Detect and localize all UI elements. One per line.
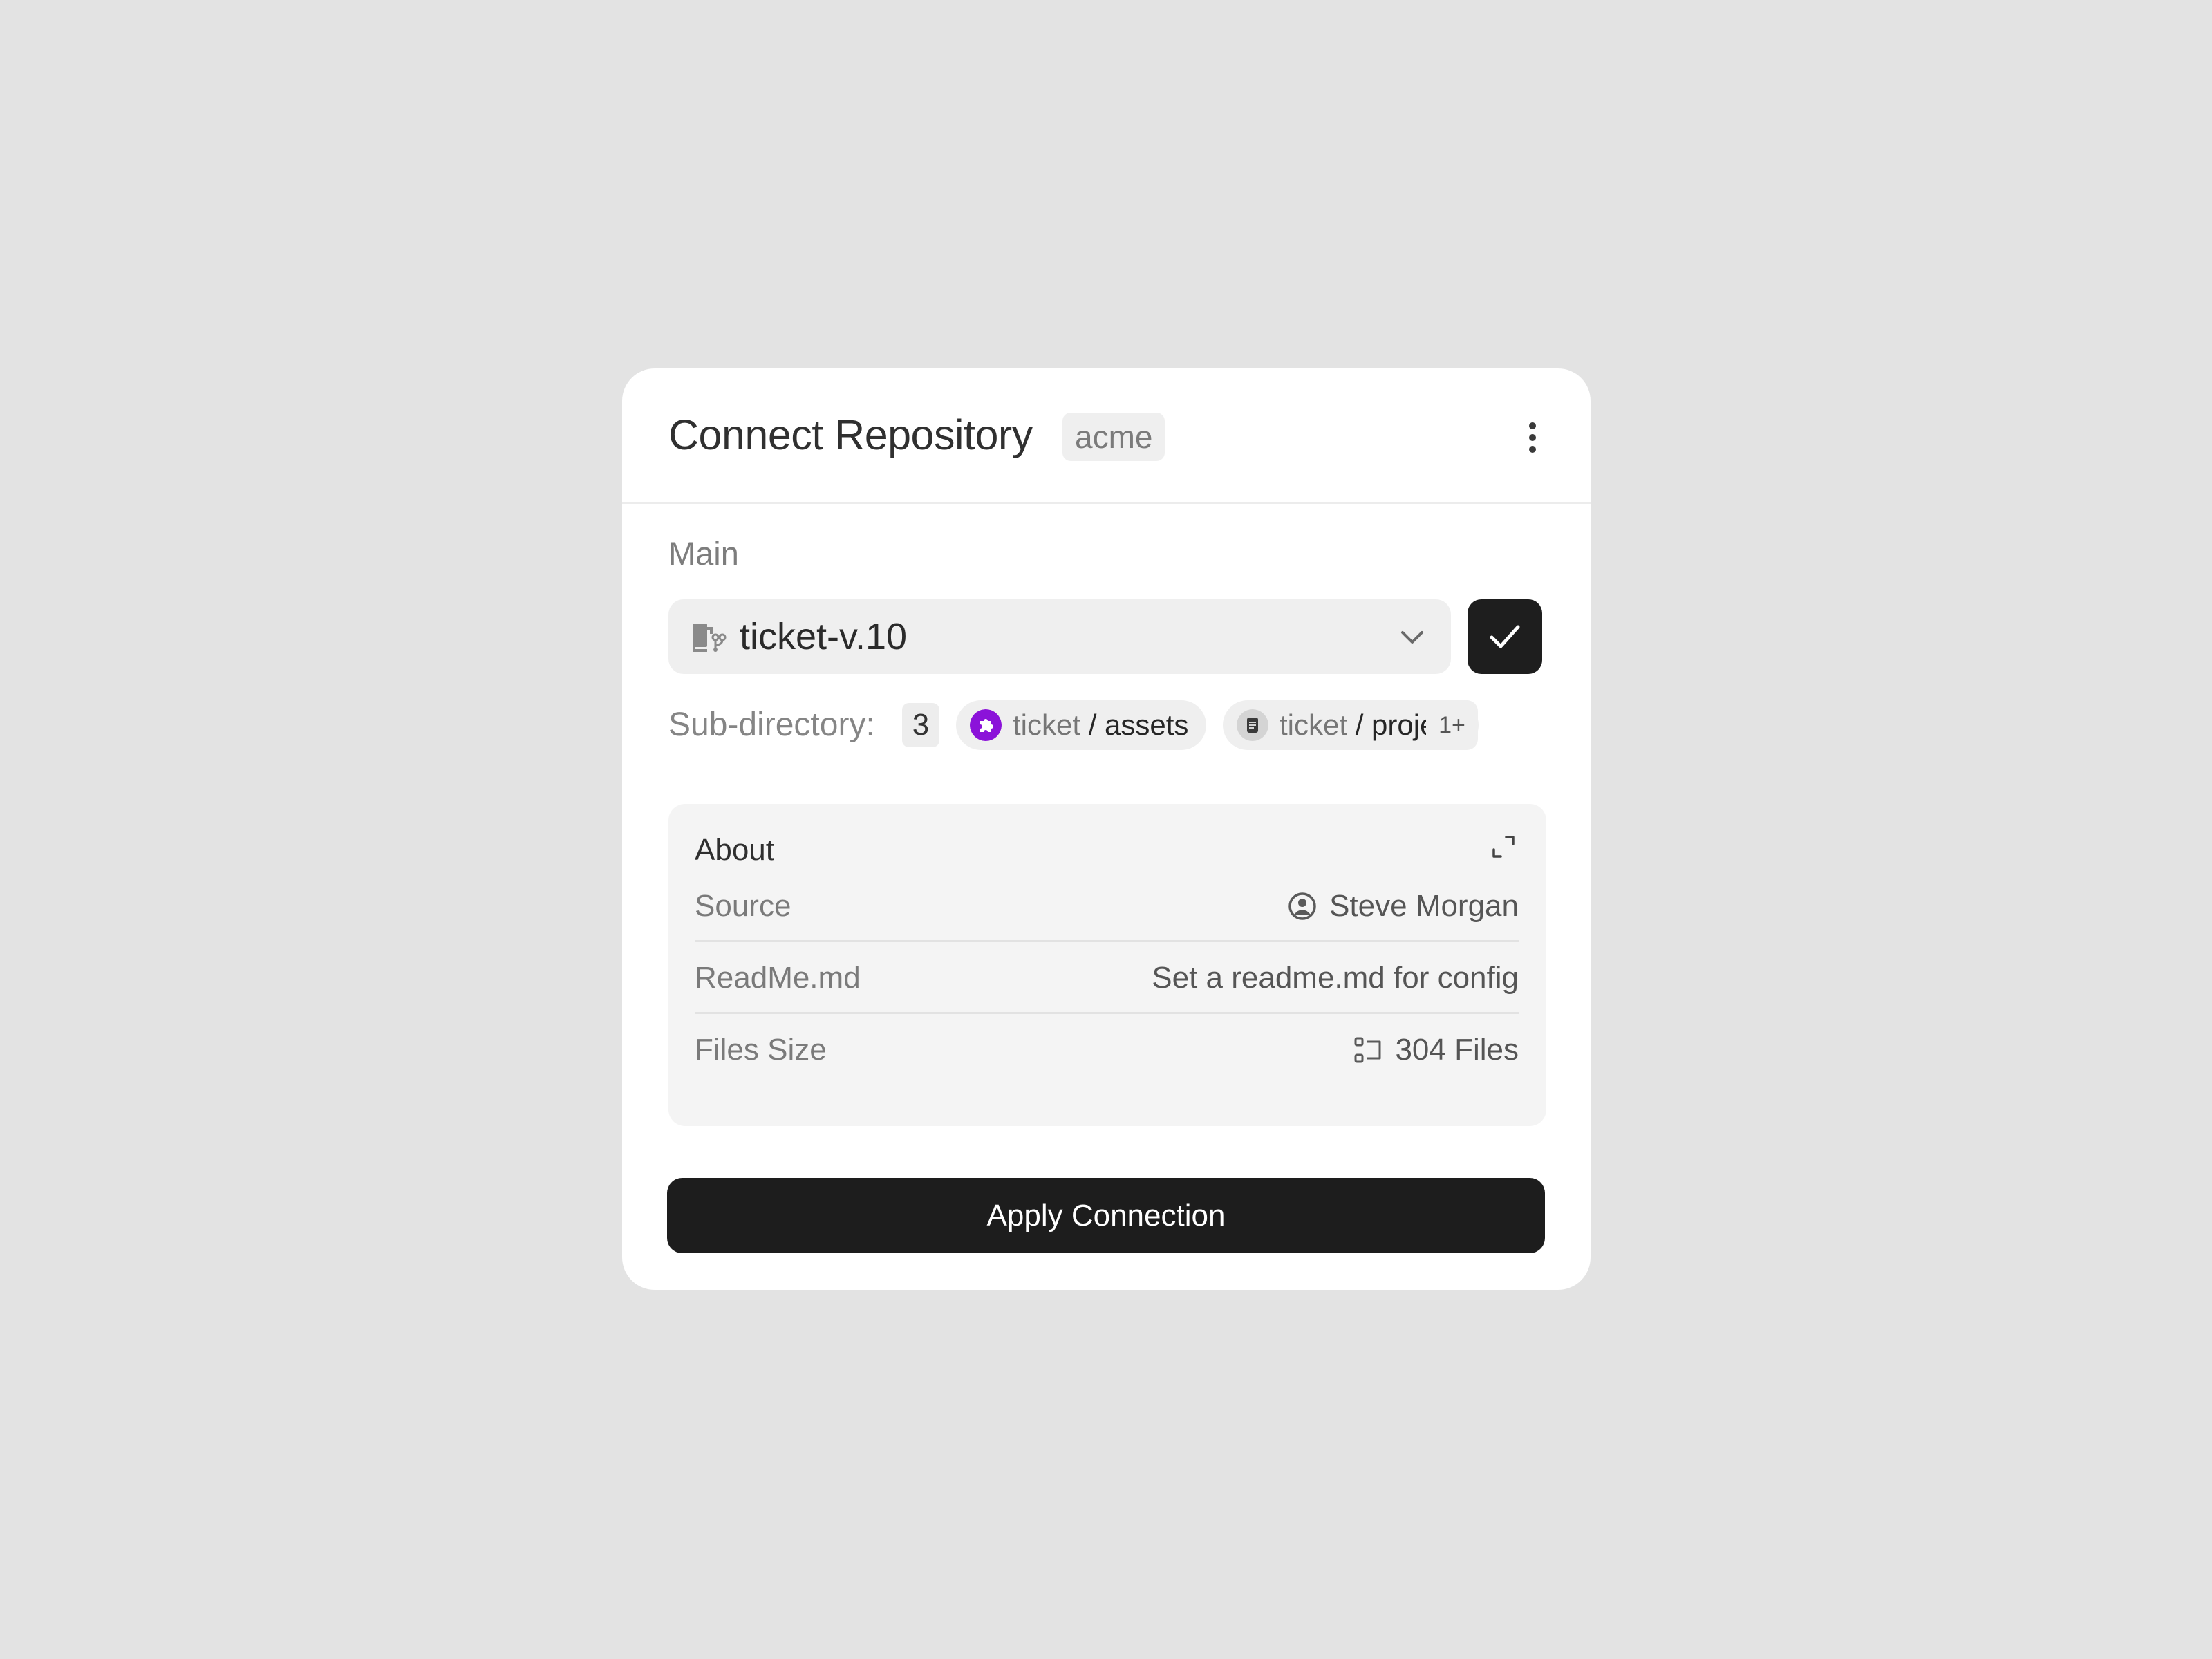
subdirectory-chip-assets[interactable]: ticket / assets [956, 700, 1206, 750]
info-row-files-size: Files Size 304 Files [695, 1014, 1519, 1086]
more-subdirectories-button[interactable]: 1+ [1426, 700, 1478, 750]
folder-branch-icon [693, 624, 727, 652]
info-value: Set a readme.md for config [1152, 959, 1519, 997]
branch-select[interactable]: ticket-v.10 [668, 599, 1451, 674]
chip-name: assets [1105, 709, 1189, 741]
info-label: ReadMe.md [695, 961, 861, 995]
chip-prefix: ticket [1013, 709, 1081, 741]
expand-icon[interactable] [1491, 834, 1516, 859]
more-vertical-icon [1529, 446, 1536, 453]
org-badge: acme [1062, 413, 1165, 461]
branch-value: ticket-v.10 [740, 616, 908, 657]
about-title: About [695, 833, 774, 867]
puzzle-icon [970, 709, 1002, 741]
readme-value: Set a readme.md for config [1152, 961, 1519, 995]
subdirectory-count-badge: 3 [902, 703, 939, 747]
info-row-source: Source Steve Morgan [695, 870, 1519, 942]
more-vertical-icon [1529, 422, 1536, 429]
info-label: Source [695, 889, 791, 923]
more-options-button[interactable] [1519, 418, 1546, 457]
user-circle-icon [1288, 892, 1316, 920]
more-vertical-icon [1529, 434, 1536, 441]
connect-repository-card: Connect Repository acme Main ticket-v.10 [622, 368, 1591, 1290]
files-size-value: 304 Files [1395, 1033, 1519, 1067]
info-row-readme: ReadMe.md Set a readme.md for config [695, 942, 1519, 1014]
branch-section-label: Main [668, 535, 739, 572]
info-value: 304 Files [1353, 1031, 1519, 1069]
info-value: Steve Morgan [1288, 887, 1519, 926]
subdirectory-label: Sub-directory: [668, 706, 875, 743]
card-header: Connect Repository acme [622, 368, 1591, 504]
chip-separator: / [1347, 709, 1372, 741]
apply-connection-button[interactable]: Apply Connection [667, 1178, 1545, 1253]
chip-separator: / [1080, 709, 1105, 741]
page-title: Connect Repository [668, 411, 1033, 458]
file-tree-icon [1354, 1037, 1381, 1063]
confirm-branch-button[interactable] [1468, 599, 1542, 674]
source-value: Steve Morgan [1329, 889, 1519, 923]
subdirectory-row: Sub-directory: 3 ticket / assets ticket … [668, 700, 1546, 750]
info-label: Files Size [695, 1033, 827, 1067]
chip-prefix: ticket [1280, 709, 1348, 741]
about-panel: About Source Steve Morgan ReadMe.md Set … [668, 804, 1546, 1126]
check-icon [1490, 625, 1520, 648]
document-icon [1237, 709, 1268, 741]
chevron-down-icon [1401, 631, 1423, 644]
